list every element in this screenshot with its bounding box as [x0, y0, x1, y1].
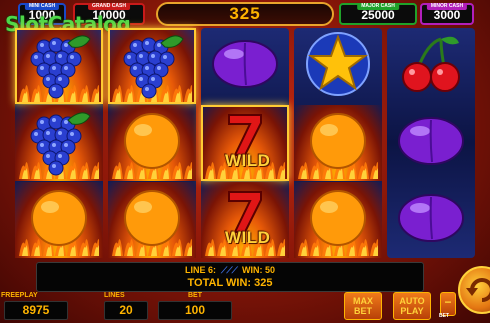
- wild-label: WILD: [225, 227, 271, 247]
- grapes-icon: [30, 34, 91, 98]
- max-bet-button[interactable]: MAX BET: [344, 292, 382, 320]
- reel-cell-plum: [387, 105, 475, 181]
- line-win-label: WIN: 50: [241, 265, 275, 275]
- bet-decrease-label: BET: [439, 313, 449, 319]
- orange-symbol: [307, 110, 369, 177]
- reel-cell-orange: [15, 182, 103, 258]
- total-win-label: TOTAL WIN: 325: [187, 277, 273, 289]
- grapes-icon: [123, 34, 184, 98]
- grapes-icon: [30, 111, 91, 175]
- orange-icon: [124, 189, 180, 246]
- plum-symbol: [396, 191, 466, 250]
- reel-cell-cherries: [387, 28, 475, 104]
- freeplay-label: FREEPLAY: [1, 292, 38, 299]
- grapes-symbol: [24, 29, 94, 104]
- plum-icon: [398, 193, 464, 242]
- star-symbol: [305, 31, 371, 102]
- reel-cell-grapes: [108, 28, 196, 104]
- plum-symbol: [210, 37, 280, 96]
- reel-cell-wild: WILD: [201, 105, 289, 181]
- max-bet-line2: BET: [354, 306, 372, 316]
- plum-icon: [212, 39, 278, 88]
- autoplay-button[interactable]: AUTO PLAY: [393, 292, 431, 320]
- reel-cell-plum: [201, 28, 289, 104]
- bet-value[interactable]: 100: [158, 301, 232, 320]
- lines-label: LINES: [104, 292, 125, 299]
- orange-icon: [310, 189, 366, 246]
- cherries-icon: [402, 36, 460, 92]
- reel-cell-wild: WILD: [201, 182, 289, 258]
- plum-icon: [398, 116, 464, 165]
- major-jackpot-value: 25000: [361, 8, 395, 22]
- reel-cell-star: [294, 28, 382, 104]
- reel-cell-grapes: [15, 105, 103, 181]
- spin-arrow-icon: [466, 278, 490, 302]
- spin-button[interactable]: [458, 266, 490, 314]
- bet-label: BET: [188, 292, 202, 299]
- plum-symbol: [396, 114, 466, 173]
- slot-machine-stage: MINI CASH 1000 GRAND CASH 10000 325 MAJO…: [0, 0, 490, 323]
- line-win-info: LINE 6: ⟋⟋⟋ WIN: 50: [37, 265, 423, 276]
- orange-icon: [310, 112, 366, 169]
- wild-symbol: WILD: [225, 188, 270, 247]
- reel-grid: WILD WILD: [15, 28, 477, 258]
- orange-symbol: [121, 110, 183, 177]
- max-bet-line1: MAX: [353, 296, 373, 306]
- payline-icon: ⟋⟋⟋: [221, 265, 238, 275]
- autoplay-line1: AUTO: [399, 296, 425, 306]
- reel-cell-grapes: [15, 28, 103, 104]
- orange-icon: [124, 112, 180, 169]
- win-display: 325: [156, 2, 334, 26]
- major-jackpot-display: MAJOR CASH 25000: [339, 3, 417, 25]
- win-info-bar: LINE 6: ⟋⟋⟋ WIN: 50 TOTAL WIN: 325: [36, 262, 424, 292]
- wild-symbol: WILD: [225, 111, 270, 170]
- freeplay-balance: 8975: [4, 301, 68, 320]
- minor-jackpot-value: 3000: [433, 8, 461, 22]
- reel-5: [387, 28, 475, 258]
- minor-jackpot-display: MINOR CASH 3000: [420, 3, 474, 25]
- reel-cell-orange: [108, 105, 196, 181]
- autoplay-line2: PLAY: [400, 306, 424, 316]
- reel-3: WILD WILD: [201, 28, 289, 258]
- reel-1: [15, 28, 103, 258]
- star-icon: [306, 31, 370, 96]
- reel-cell-orange: [294, 182, 382, 258]
- reel-2: [108, 28, 196, 258]
- line-number-label: LINE 6:: [185, 265, 217, 275]
- orange-symbol: [307, 187, 369, 254]
- reel-cell-plum: [387, 182, 475, 258]
- cherries-symbol: [397, 33, 465, 100]
- reel-cell-orange: [294, 105, 382, 181]
- grapes-symbol: [24, 106, 94, 181]
- orange-symbol: [28, 187, 90, 254]
- wild-label: WILD: [225, 150, 271, 170]
- reel-4: [294, 28, 382, 258]
- reel-cell-orange: [108, 182, 196, 258]
- grapes-symbol: [117, 29, 187, 104]
- orange-symbol: [121, 187, 183, 254]
- orange-icon: [31, 189, 87, 246]
- lines-value[interactable]: 20: [104, 301, 148, 320]
